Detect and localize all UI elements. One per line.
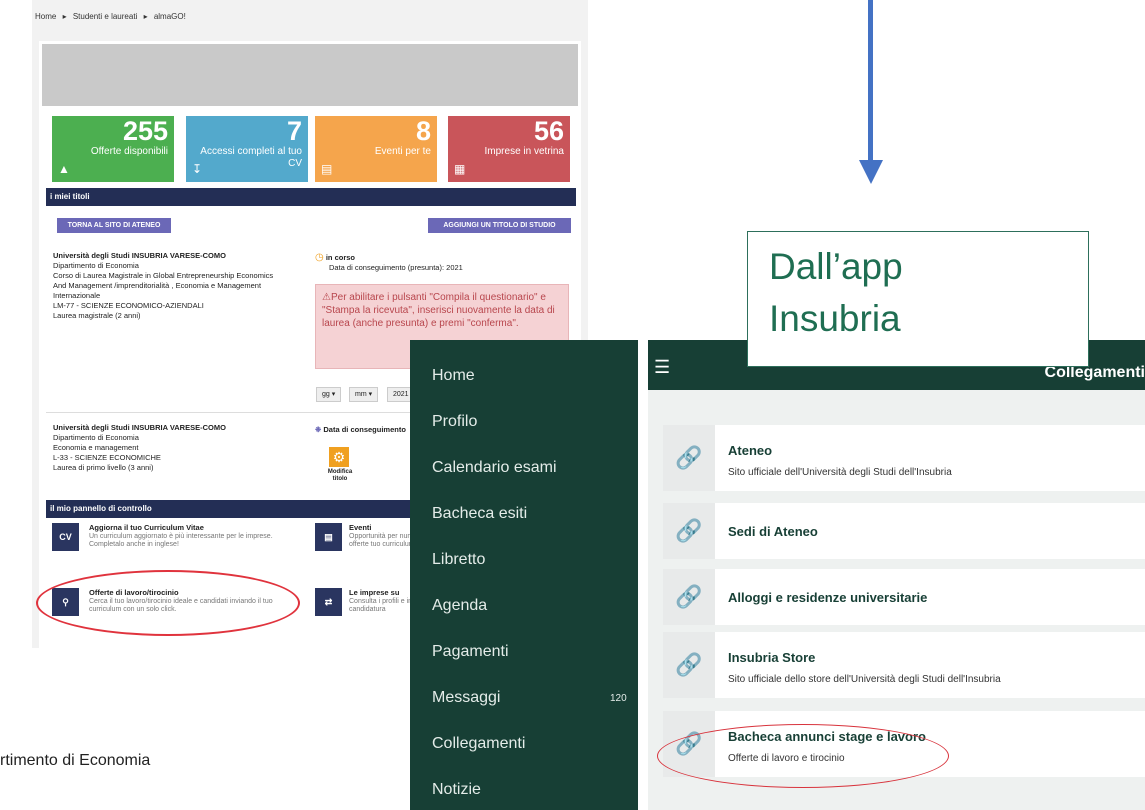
cv-icon[interactable]: CV [52, 523, 79, 551]
gear-icon[interactable]: ⚙ [329, 447, 349, 467]
calendar-icon[interactable]: ▤ [315, 523, 342, 551]
diploma-icon: ❉ [315, 425, 322, 434]
arrow-down-icon [859, 160, 883, 184]
link-card-store[interactable]: 🔗 Insubria Store Sito ufficiale dello st… [663, 632, 1145, 698]
link-icon: 🔗 [663, 425, 715, 491]
tile-number: 255 [122, 116, 168, 146]
tile-label: Offerte disponibili [90, 146, 168, 157]
link-title: Alloggi e residenze universitarie [728, 590, 928, 605]
tile-number: 8 [415, 116, 431, 146]
degree-line: And Management /imprenditorialità , Econ… [53, 281, 262, 290]
nav-notizie[interactable]: Notizie [432, 781, 481, 799]
link-subtitle: Sito ufficiale dell'Università degli Stu… [728, 467, 952, 478]
breadcrumb: Home ▸ Studenti e laureati ▸ almaGO! [35, 12, 190, 21]
degree-line: L-33 - SCIENZE ECONOMICHE [53, 453, 161, 462]
tile-offerte[interactable]: 255 Offerte disponibili ▲ [52, 116, 174, 182]
banner-image [42, 44, 578, 106]
link-icon: 🔗 [663, 503, 715, 559]
degree-line: Corso di Laurea Magistrale in Global Ent… [53, 271, 274, 280]
messages-count-badge: 120 [610, 693, 627, 704]
nav-pagamenti[interactable]: Pagamenti [432, 643, 509, 661]
nav-messaggi[interactable]: Messaggi [432, 689, 500, 707]
breadcrumb-separator: ▸ [143, 12, 148, 21]
tile-label: Imprese in vetrina [484, 146, 564, 157]
link-card-alloggi[interactable]: 🔗 Alloggi e residenze universitarie [663, 569, 1145, 625]
menu-icon[interactable]: ☰ [654, 358, 670, 376]
degree-university: Università degli Studi INSUBRIA VARESE-C… [53, 423, 226, 432]
degree-line: Internazionale [53, 291, 101, 300]
degree-line: Dipartimento di Economia [53, 433, 139, 442]
status-text: in corso [325, 253, 356, 262]
nav-home[interactable]: Home [432, 367, 475, 385]
calendar-icon: ▤ [321, 162, 333, 176]
tile-label: Eventi per te [374, 146, 431, 157]
back-to-university-button[interactable]: TORNA AL SITO DI ATENEO [57, 218, 171, 233]
titoli-header: i miei titoli [46, 188, 576, 206]
highlight-circle [657, 724, 949, 788]
graduation-date-label: ❉ Data di conseguimento [315, 425, 406, 434]
building-icon: ▦ [454, 162, 466, 176]
nav-calendario-esami[interactable]: Calendario esami [432, 459, 557, 477]
degree-line: Laurea magistrale (2 anni) [53, 311, 141, 320]
tile-imprese[interactable]: 56 Imprese in vetrina ▦ [448, 116, 570, 182]
app-sidebar: Home Profilo Calendario esami Bacheca es… [410, 340, 638, 810]
modify-degree-button[interactable]: Modifica titolo [323, 469, 357, 483]
nav-agenda[interactable]: Agenda [432, 597, 487, 615]
degree-status: ◷ in corso Data di conseguimento (presun… [315, 253, 565, 273]
breadcrumb-separator: ▸ [62, 12, 67, 21]
breadcrumb-almago: almaGO! [153, 12, 186, 21]
cv-desc: Un curriculum aggiornato è più interessa… [89, 533, 273, 548]
callout-line-1: Dall’app [769, 246, 903, 287]
callout-box: Dall’app Insubria [747, 231, 1089, 367]
link-card-sedi[interactable]: 🔗 Sedi di Ateneo [663, 503, 1145, 559]
tile-label: Accessi completi al tuo CV [200, 146, 302, 169]
callout-line-2: Insubria [769, 298, 901, 339]
degree-line: LM-77 - SCIENZE ECONOMICO-AZIENDALI [53, 301, 204, 310]
breadcrumb-home[interactable]: Home [35, 12, 56, 21]
arrow-shaft [868, 0, 873, 160]
link-title: Ateneo [728, 443, 773, 458]
link-card-ateneo[interactable]: 🔗 Ateneo Sito ufficiale dell'Università … [663, 425, 1145, 491]
link-title: Sedi di Ateneo [728, 524, 818, 539]
link-icon: 🔗 [663, 632, 715, 698]
highlight-circle [36, 570, 300, 636]
clock-icon: ◷ [315, 252, 324, 263]
handshake-icon[interactable]: ⇄ [315, 588, 342, 616]
tile-number: 7 [286, 116, 302, 146]
degree-line: Economia e management [53, 443, 139, 452]
nav-bacheca-esiti[interactable]: Bacheca esiti [432, 505, 527, 523]
nav-collegamenti[interactable]: Collegamenti [432, 735, 525, 753]
month-select[interactable]: mm ▾ [349, 387, 379, 402]
tile-eventi[interactable]: 8 Eventi per te ▤ [315, 116, 437, 182]
download-icon: ↧ [192, 162, 203, 176]
nav-profilo[interactable]: Profilo [432, 413, 477, 431]
day-select[interactable]: gg ▾ [316, 387, 342, 402]
nav-libretto[interactable]: Libretto [432, 551, 485, 569]
graduation-date: Data di conseguimento (presunta): 2021 [329, 263, 463, 272]
cv-title: Aggiorna il tuo Curriculum Vitae [89, 523, 204, 532]
add-degree-button[interactable]: AGGIUNGI UN TITOLO DI STUDIO [428, 218, 571, 233]
degree-line: Dipartimento di Economia [53, 261, 139, 270]
breadcrumb-studenti[interactable]: Studenti e laureati [73, 12, 138, 21]
megaphone-icon: ▲ [58, 162, 70, 176]
department-caption: rtimento di Economia [0, 752, 151, 769]
tile-number: 56 [533, 116, 564, 146]
degree-entry-1: Università degli Studi INSUBRIA VARESE-C… [53, 251, 303, 321]
link-subtitle: Sito ufficiale dello store dell'Universi… [728, 674, 1001, 685]
link-icon: 🔗 [663, 569, 715, 625]
degree-line: Laurea di primo livello (3 anni) [53, 463, 154, 472]
link-title: Insubria Store [728, 650, 816, 665]
tile-accessi[interactable]: 7 Accessi completi al tuo CV ↧ [186, 116, 308, 182]
degree-entry-2: Università degli Studi INSUBRIA VARESE-C… [53, 423, 303, 473]
degree-university: Università degli Studi INSUBRIA VARESE-C… [53, 251, 226, 260]
cv-item[interactable]: Aggiorna il tuo Curriculum Vitae Un curr… [89, 523, 289, 549]
